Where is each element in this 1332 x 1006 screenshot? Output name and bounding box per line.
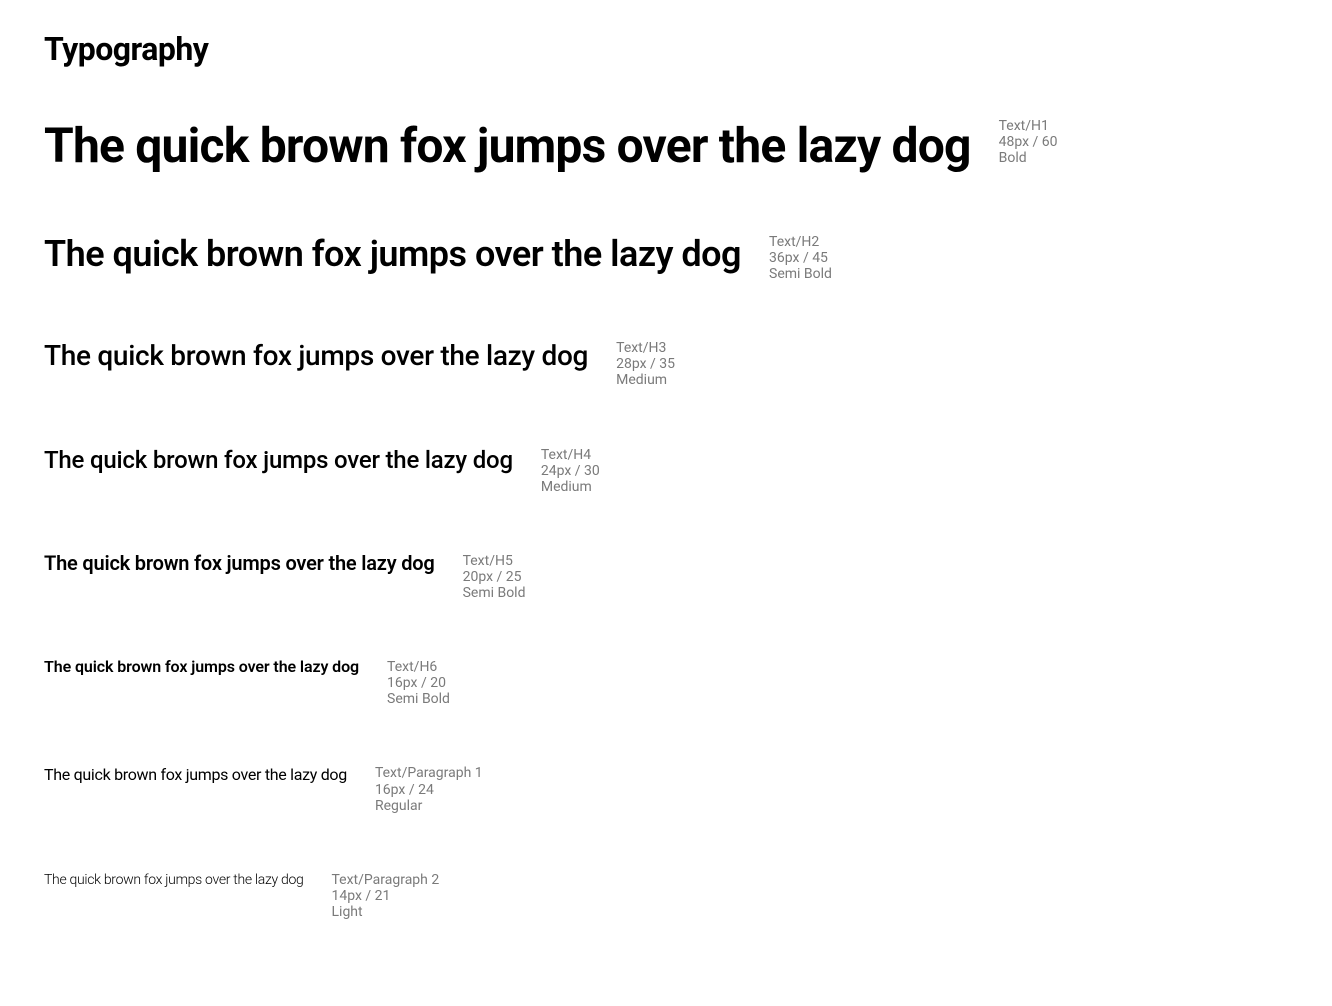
type-row-h2: The quick brown fox jumps over the lazy …: [44, 232, 1288, 282]
meta-h5: Text/H5 20px / 25 Semi Bold: [463, 551, 526, 601]
style-weight: Light: [332, 904, 440, 920]
style-size: 20px / 25: [463, 569, 526, 585]
meta-h1: Text/H1 48px / 60 Bold: [999, 116, 1058, 166]
type-row-h4: The quick brown fox jumps over the lazy …: [44, 445, 1288, 495]
style-weight: Semi Bold: [387, 691, 450, 707]
style-name: Text/H4: [541, 447, 600, 463]
type-row-p1: The quick brown fox jumps over the lazy …: [44, 763, 1288, 813]
meta-p2: Text/Paragraph 2 14px / 21 Light: [332, 870, 440, 920]
type-row-h6: The quick brown fox jumps over the lazy …: [44, 657, 1288, 707]
style-name: Text/H6: [387, 659, 450, 675]
page-title: Typography: [44, 30, 1288, 68]
style-weight: Semi Bold: [463, 585, 526, 601]
type-row-p2: The quick brown fox jumps over the lazy …: [44, 870, 1288, 920]
style-weight: Medium: [616, 372, 675, 388]
style-size: 16px / 20: [387, 675, 450, 691]
sample-h2: The quick brown fox jumps over the lazy …: [44, 232, 741, 277]
style-name: Text/Paragraph 1: [375, 765, 483, 781]
type-row-h1: The quick brown fox jumps over the lazy …: [44, 116, 1288, 176]
sample-h3: The quick brown fox jumps over the lazy …: [44, 338, 588, 373]
style-size: 48px / 60: [999, 134, 1058, 150]
sample-p1: The quick brown fox jumps over the lazy …: [44, 763, 347, 787]
type-row-h3: The quick brown fox jumps over the lazy …: [44, 338, 1288, 388]
sample-p2: The quick brown fox jumps over the lazy …: [44, 870, 304, 891]
style-name: Text/H2: [769, 234, 832, 250]
meta-h4: Text/H4 24px / 30 Medium: [541, 445, 600, 495]
sample-h4: The quick brown fox jumps over the lazy …: [44, 445, 513, 475]
sample-h5: The quick brown fox jumps over the lazy …: [44, 551, 435, 576]
meta-p1: Text/Paragraph 1 16px / 24 Regular: [375, 763, 483, 813]
style-name: Text/Paragraph 2: [332, 872, 440, 888]
style-size: 14px / 21: [332, 888, 440, 904]
style-name: Text/H1: [999, 118, 1058, 134]
style-size: 36px / 45: [769, 250, 832, 266]
style-size: 24px / 30: [541, 463, 600, 479]
style-weight: Semi Bold: [769, 266, 832, 282]
style-name: Text/H5: [463, 553, 526, 569]
meta-h2: Text/H2 36px / 45 Semi Bold: [769, 232, 832, 282]
sample-h6: The quick brown fox jumps over the lazy …: [44, 657, 359, 677]
style-weight: Medium: [541, 479, 600, 495]
style-size: 28px / 35: [616, 356, 675, 372]
meta-h3: Text/H3 28px / 35 Medium: [616, 338, 675, 388]
type-row-h5: The quick brown fox jumps over the lazy …: [44, 551, 1288, 601]
meta-h6: Text/H6 16px / 20 Semi Bold: [387, 657, 450, 707]
style-name: Text/H3: [616, 340, 675, 356]
style-size: 16px / 24: [375, 782, 483, 798]
style-weight: Bold: [999, 150, 1058, 166]
style-weight: Regular: [375, 798, 483, 814]
sample-h1: The quick brown fox jumps over the lazy …: [44, 116, 971, 176]
